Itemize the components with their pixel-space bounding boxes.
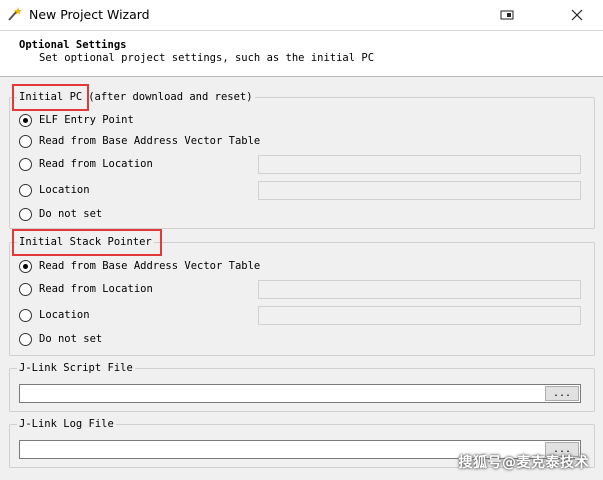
watermark-text: 搜狐号@麦克泰技术 — [458, 455, 589, 471]
sp-radio-do-not-set[interactable]: Do not set — [19, 331, 102, 347]
radio-button[interactable] — [19, 308, 32, 322]
radio-button[interactable] — [19, 332, 32, 346]
title-bar: New Project Wizard — [0, 0, 603, 31]
pc-radio-vector-table[interactable]: Read from Base Address Vector Table — [19, 133, 260, 149]
sp-radio-vector-table[interactable]: Read from Base Address Vector Table — [19, 258, 260, 274]
sp-location-input — [258, 306, 581, 325]
sp-radio-read-location[interactable]: Read from Location — [19, 281, 153, 297]
pc-location-input — [258, 181, 581, 200]
radio-label: Read from Location — [39, 158, 153, 170]
initial-sp-highlight-box — [12, 229, 162, 256]
radio-button[interactable] — [19, 282, 32, 296]
script-file-input[interactable] — [19, 384, 581, 403]
pc-radio-location[interactable]: Location — [19, 182, 90, 198]
restore-button[interactable] — [485, 0, 529, 30]
script-file-browse-button[interactable]: ... — [545, 386, 579, 401]
radio-label: ELF Entry Point — [39, 114, 134, 126]
radio-label: Read from Base Address Vector Table — [39, 135, 261, 147]
radio-label: Read from Location — [39, 283, 153, 295]
sp-radio-location[interactable]: Location — [19, 307, 90, 323]
radio-button[interactable] — [19, 157, 32, 171]
close-button[interactable] — [556, 0, 600, 30]
radio-button[interactable] — [19, 113, 32, 127]
initial-pc-suffix: (after download and reset) — [88, 91, 253, 103]
radio-label: Do not set — [39, 333, 103, 345]
radio-label: Location — [39, 184, 90, 196]
radio-label: Read from Base Address Vector Table — [39, 260, 261, 272]
initial-pc-highlight-box — [12, 84, 89, 111]
pc-radio-elf-entry[interactable]: ELF Entry Point — [19, 112, 134, 128]
wizard-header: Optional Settings Set optional project s… — [0, 31, 603, 77]
log-file-legend: J-Link Log File — [17, 418, 116, 430]
script-file-legend: J-Link Script File — [17, 362, 135, 374]
sp-read-location-input — [258, 280, 581, 299]
close-icon — [571, 9, 583, 21]
page-title: Optional Settings — [19, 39, 127, 51]
radio-label: Location — [39, 309, 90, 321]
pc-radio-do-not-set[interactable]: Do not set — [19, 206, 102, 222]
page-description: Set optional project settings, such as t… — [39, 52, 375, 64]
radio-button[interactable] — [19, 134, 32, 148]
radio-button[interactable] — [19, 183, 32, 197]
pc-read-location-input — [258, 155, 581, 174]
wizard-wand-icon — [6, 6, 22, 22]
radio-label: Do not set — [39, 208, 103, 220]
pc-radio-read-location[interactable]: Read from Location — [19, 156, 153, 172]
radio-button[interactable] — [19, 259, 32, 273]
window-title: New Project Wizard — [29, 7, 150, 22]
restore-icon — [500, 10, 514, 20]
radio-button[interactable] — [19, 207, 32, 221]
